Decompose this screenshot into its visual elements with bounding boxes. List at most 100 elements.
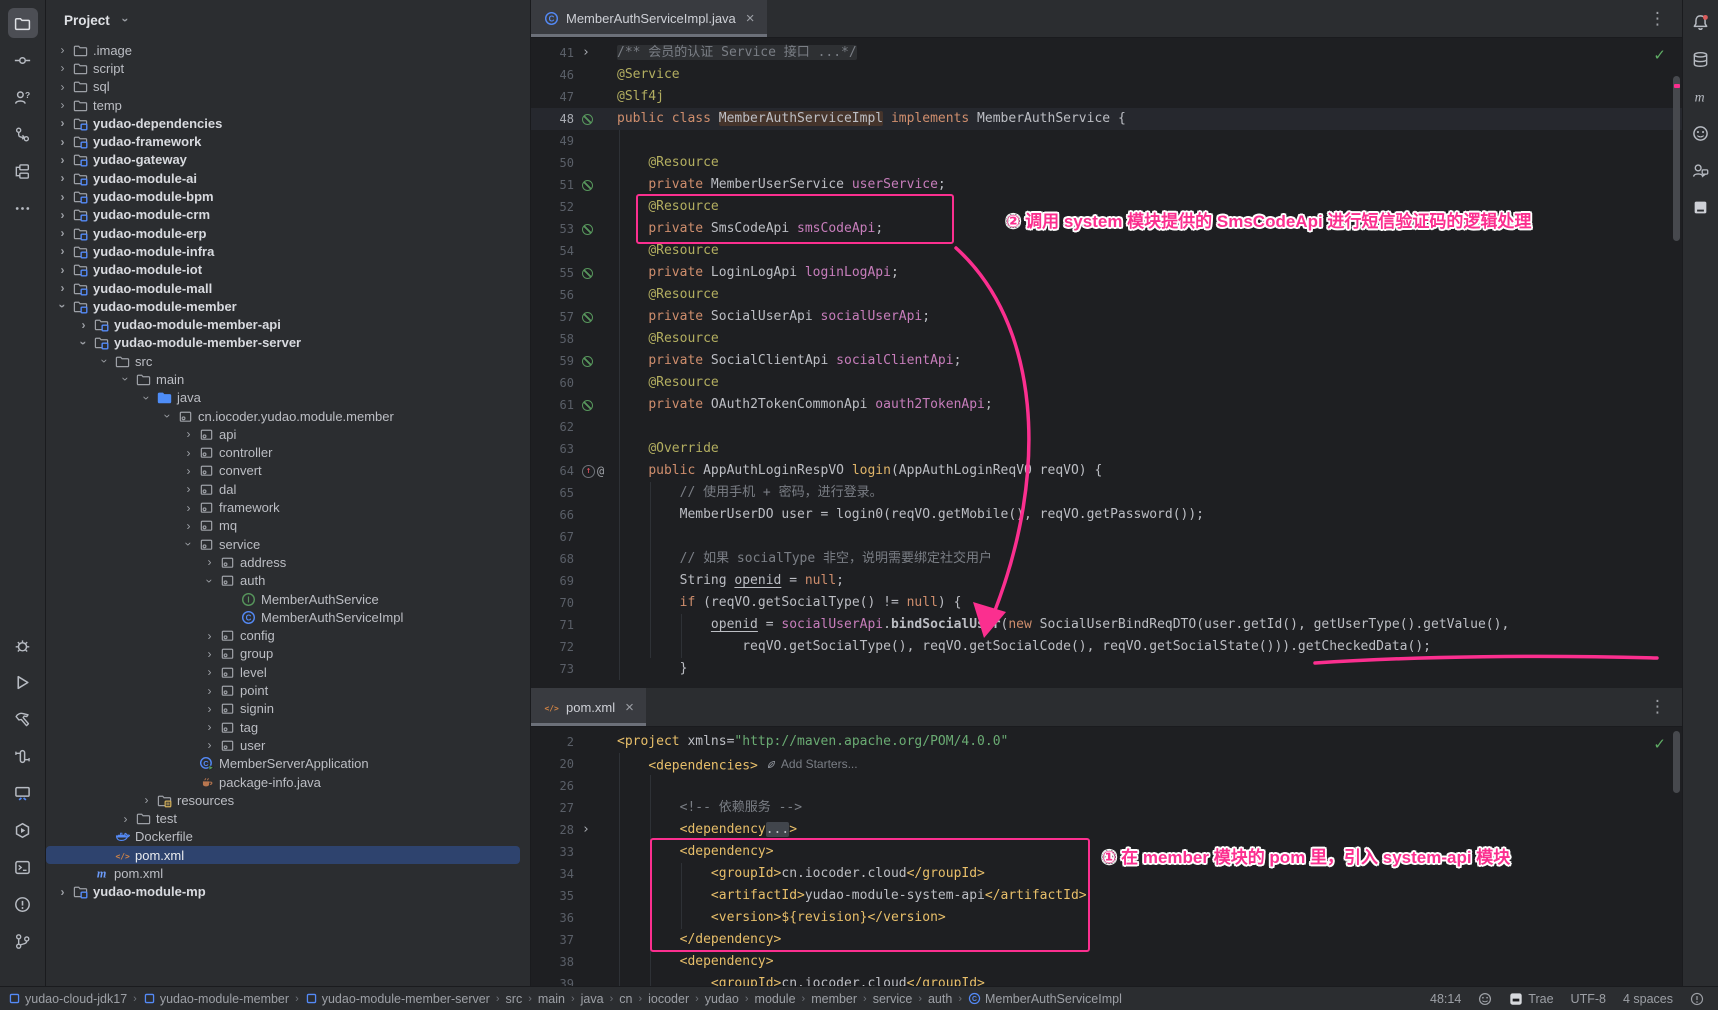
spring-bean-icon[interactable] — [582, 312, 593, 323]
inspections-ok-icon[interactable]: ✓ — [1653, 735, 1666, 753]
problems-icon[interactable] — [8, 889, 38, 919]
tree-item-mq[interactable]: ›mq — [46, 517, 530, 535]
add-starters-inlay[interactable]: Add Starters... — [766, 753, 858, 775]
vcs-graph-icon[interactable] — [8, 119, 38, 149]
breadcrumb-item-cn[interactable]: cn — [619, 992, 632, 1006]
spring-bean-icon[interactable] — [582, 268, 593, 279]
tree-item-test[interactable]: ›test — [46, 809, 530, 827]
spring-bean-icon[interactable] — [582, 356, 593, 367]
chevron-collapsed-icon[interactable]: › — [201, 630, 218, 642]
tree-item-service[interactable]: ›service — [46, 535, 530, 553]
spring-bean-icon[interactable] — [582, 180, 593, 191]
tree-item-signin[interactable]: ›signin — [46, 700, 530, 718]
chevron-collapsed-icon[interactable]: › — [180, 483, 197, 495]
tree-item-group[interactable]: ›group — [46, 645, 530, 663]
tree-item-level[interactable]: ›level — [46, 663, 530, 681]
tree-item-pom-xml[interactable]: mpom.xml — [46, 864, 530, 882]
user-help-icon[interactable]: ? — [8, 82, 38, 112]
chevron-collapsed-icon[interactable]: › — [201, 648, 218, 660]
chevron-collapsed-icon[interactable]: › — [54, 227, 71, 239]
fold-arrow-icon[interactable]: › — [582, 819, 590, 841]
bottom-panel-icon[interactable] — [1687, 195, 1715, 219]
chevron-collapsed-icon[interactable]: › — [54, 117, 71, 129]
debug-icon[interactable] — [8, 630, 38, 660]
tree-item-pom-xml[interactable]: </>pom.xml — [46, 846, 520, 864]
scrollbar-thumb[interactable] — [1673, 731, 1680, 793]
chevron-collapsed-icon[interactable]: › — [54, 99, 71, 111]
tree-item-yudao-module-erp[interactable]: ›yudao-module-erp — [46, 224, 530, 242]
chevron-collapsed-icon[interactable]: › — [201, 556, 218, 568]
tree-item-src[interactable]: ›src — [46, 352, 530, 370]
tree-item-memberauthservice[interactable]: IMemberAuthService — [46, 590, 530, 608]
breadcrumb-item-yudao-module-member-server[interactable]: yudao-module-member-server — [305, 992, 490, 1006]
tree-item-java[interactable]: ›java — [46, 389, 530, 407]
chevron-collapsed-icon[interactable]: › — [201, 703, 218, 715]
tree-item-yudao-dependencies[interactable]: ›yudao-dependencies — [46, 114, 530, 132]
ai-assistant-indicator[interactable] — [1478, 992, 1492, 1006]
chevron-collapsed-icon[interactable]: › — [138, 794, 155, 806]
tree-item-yudao-module-ai[interactable]: ›yudao-module-ai — [46, 169, 530, 187]
tree-item-convert[interactable]: ›convert — [46, 462, 530, 480]
chevron-collapsed-icon[interactable]: › — [117, 813, 134, 825]
breadcrumb-item-yudao-module-member[interactable]: yudao-module-member — [143, 992, 289, 1006]
breadcrumb-item-src[interactable]: src — [506, 992, 523, 1006]
chevron-collapsed-icon[interactable]: › — [54, 172, 71, 184]
tree-item-yudao-framework[interactable]: ›yudao-framework — [46, 132, 530, 150]
chevron-collapsed-icon[interactable]: › — [180, 520, 197, 532]
pom-editor[interactable]: 2<project xmlns="http://maven.apache.org… — [531, 727, 1682, 986]
tree-item-yudao-module-member-server[interactable]: ›yudao-module-member-server — [46, 334, 530, 352]
chevron-expanded-icon[interactable]: › — [183, 536, 195, 553]
terminal-icon[interactable] — [8, 852, 38, 882]
trae-indicator[interactable]: Trae — [1509, 992, 1553, 1006]
project-folder-icon[interactable] — [8, 8, 38, 38]
chevron-collapsed-icon[interactable]: › — [180, 465, 197, 477]
chevron-expanded-icon[interactable]: › — [141, 389, 153, 406]
inspections-ok-icon[interactable]: ✓ — [1653, 46, 1666, 64]
tree-item-cn-iocoder-yudao-module-member[interactable]: ›cn.iocoder.yudao.module.member — [46, 407, 530, 425]
ai-chat-icon[interactable] — [1687, 158, 1715, 182]
close-icon[interactable]: × — [746, 10, 755, 27]
caret-position[interactable]: 48:14 — [1430, 992, 1461, 1006]
build-icon[interactable] — [8, 704, 38, 734]
chevron-collapsed-icon[interactable]: › — [75, 319, 92, 331]
chevron-expanded-icon[interactable]: › — [99, 353, 111, 370]
tab-pom-xml[interactable]: </> pom.xml × — [531, 688, 646, 726]
chevron-collapsed-icon[interactable]: › — [54, 209, 71, 221]
tree-item-yudao-module-crm[interactable]: ›yudao-module-crm — [46, 206, 530, 224]
tree-item-point[interactable]: ›point — [46, 681, 530, 699]
tree-item-api[interactable]: ›api — [46, 425, 530, 443]
tree-item-yudao-module-member-api[interactable]: ›yudao-module-member-api — [46, 315, 530, 333]
breadcrumb-item-service[interactable]: service — [873, 992, 913, 1006]
overrides-icon[interactable]: ↑ — [582, 465, 595, 478]
chevron-collapsed-icon[interactable]: › — [54, 81, 71, 93]
chevron-collapsed-icon[interactable]: › — [54, 886, 71, 898]
chevron-collapsed-icon[interactable]: › — [54, 245, 71, 257]
editor-options-kebab-icon[interactable]: ⋮ — [1649, 9, 1682, 29]
project-panel-header[interactable]: Project › — [46, 0, 530, 40]
chevron-collapsed-icon[interactable]: › — [201, 685, 218, 697]
tree-item-yudao-module-mp[interactable]: ›yudao-module-mp — [46, 883, 530, 901]
editor-options-kebab-icon[interactable]: ⋮ — [1649, 697, 1682, 717]
tree-item-framework[interactable]: ›framework — [46, 498, 530, 516]
maven-icon[interactable]: m — [1687, 84, 1715, 108]
chevron-expanded-icon[interactable]: › — [162, 408, 174, 425]
breadcrumb-item-module[interactable]: module — [755, 992, 796, 1006]
chevron-collapsed-icon[interactable]: › — [201, 666, 218, 678]
chevron-collapsed-icon[interactable]: › — [54, 44, 71, 56]
chevron-collapsed-icon[interactable]: › — [54, 136, 71, 148]
remote-dev-icon[interactable] — [8, 778, 38, 808]
tree-item-yudao-gateway[interactable]: ›yudao-gateway — [46, 151, 530, 169]
scrollbar-thumb[interactable] — [1673, 76, 1680, 241]
chevron-collapsed-icon[interactable]: › — [54, 282, 71, 294]
spring-bean-icon[interactable] — [582, 224, 593, 235]
chevron-collapsed-icon[interactable]: › — [54, 154, 71, 166]
more-icon[interactable] — [8, 193, 38, 223]
ai-robot-icon[interactable] — [1687, 121, 1715, 145]
breadcrumb-item-member[interactable]: member — [811, 992, 857, 1006]
inspections-widget[interactable] — [1690, 992, 1704, 1006]
tree-item-sql[interactable]: ›sql — [46, 78, 530, 96]
tree-item-package-info-java[interactable]: package-info.java — [46, 773, 530, 791]
chevron-collapsed-icon[interactable]: › — [180, 502, 197, 514]
run-icon[interactable] — [8, 667, 38, 697]
tree-item-yudao-module-mall[interactable]: ›yudao-module-mall — [46, 279, 530, 297]
